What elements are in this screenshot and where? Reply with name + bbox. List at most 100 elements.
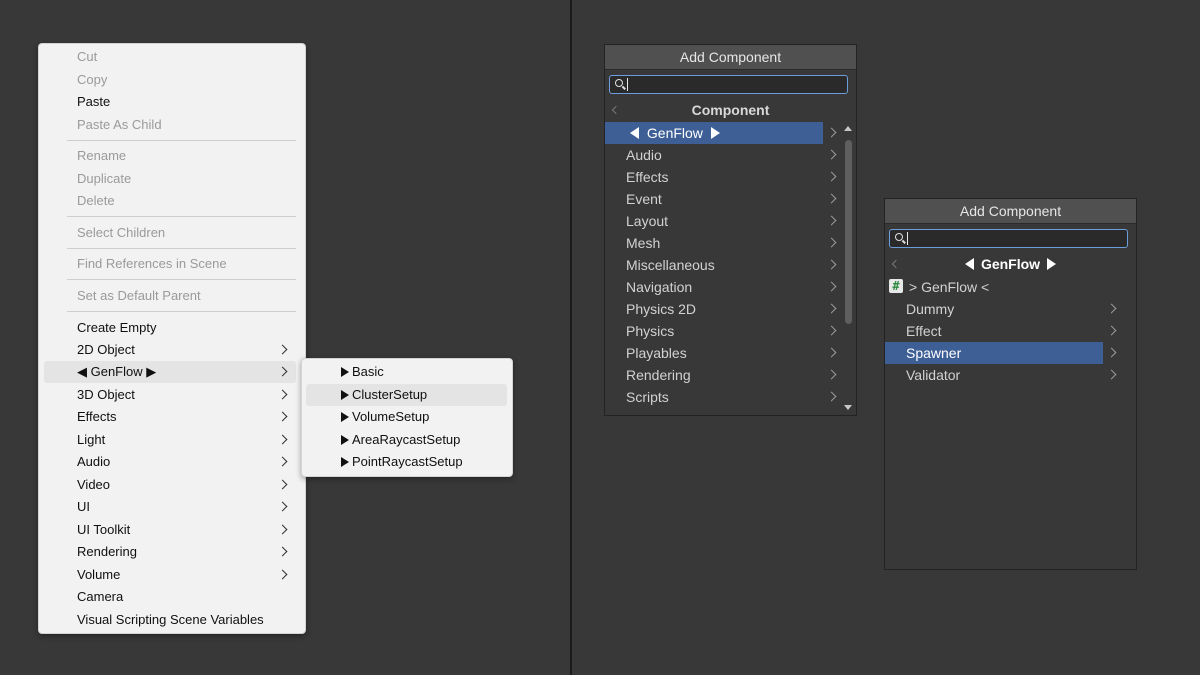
menu-item-create-empty[interactable]: Create Empty — [44, 317, 296, 339]
menu-item-label: 2D Object — [77, 342, 135, 357]
list-item[interactable]: Miscellaneous — [605, 254, 841, 276]
chevron-right-icon — [826, 369, 837, 380]
submenu-item-volumesetup[interactable]: VolumeSetup — [306, 406, 507, 428]
list-item[interactable]: Physics — [605, 320, 841, 342]
menu-item-delete[interactable]: Delete — [44, 190, 296, 212]
menu-item-label: Paste As Child — [77, 117, 162, 132]
scroll-thumb[interactable] — [845, 140, 852, 324]
menu-item-copy[interactable]: Copy — [44, 69, 296, 91]
submenu-item-label: AreaRaycastSetup — [352, 432, 461, 447]
list-item[interactable]: Dummy — [885, 298, 1121, 320]
menu-item-label: Rendering — [77, 544, 137, 559]
list-item[interactable]: Effects — [605, 166, 841, 188]
genflow-submenu: Basic ClusterSetup VolumeSetup AreaRayca… — [301, 358, 513, 477]
menu-item-label: Paste — [77, 94, 111, 109]
list-item-label: Event — [626, 191, 662, 207]
list-item-genflow[interactable]: GenFlow — [605, 122, 823, 144]
chevron-right-icon — [826, 237, 837, 248]
menu-item-rename[interactable]: Rename — [44, 145, 296, 167]
list-item[interactable]: Rendering — [605, 364, 841, 386]
list-item[interactable]: Audio — [605, 144, 841, 166]
chevron-right-icon — [277, 569, 288, 580]
menu-item-genflow[interactable]: ◀ GenFlow ▶ — [44, 361, 296, 383]
menu-item-cut[interactable]: Cut — [44, 46, 296, 68]
menu-item-select-children[interactable]: Select Children — [44, 222, 296, 244]
menu-item-3d-object[interactable]: 3D Object — [44, 384, 296, 406]
chevron-right-icon — [826, 149, 837, 160]
list-item[interactable]: Event — [605, 188, 841, 210]
chevron-right-icon — [277, 389, 288, 400]
submenu-item-label: ClusterSetup — [352, 387, 428, 402]
list-item-script[interactable]: # > GenFlow < — [885, 276, 1121, 298]
menu-item-set-default-parent[interactable]: Set as Default Parent — [44, 285, 296, 307]
menu-item-label: Find References in Scene — [77, 256, 227, 271]
chevron-right-icon — [826, 193, 837, 204]
scrollbar[interactable] — [844, 126, 852, 410]
chevron-right-icon — [277, 546, 288, 557]
breadcrumb-label: Component — [691, 102, 770, 118]
search-input[interactable] — [609, 75, 848, 94]
menu-item-visual-scripting[interactable]: Visual Scripting Scene Variables — [44, 609, 296, 631]
menu-item-duplicate[interactable]: Duplicate — [44, 168, 296, 190]
menu-item-label: Copy — [77, 72, 108, 87]
list-item-label: > GenFlow < — [909, 279, 990, 295]
text-caret — [627, 78, 628, 91]
list-item-label: Scripts — [626, 389, 669, 405]
list-item[interactable]: Validator — [885, 364, 1121, 386]
genflow-label-wrap: GenFlow — [630, 122, 720, 144]
menu-item-camera[interactable]: Camera — [44, 586, 296, 608]
chevron-right-icon — [277, 411, 288, 422]
menu-item-find-references[interactable]: Find References in Scene — [44, 253, 296, 275]
menu-separator — [67, 311, 296, 312]
pane-divider[interactable] — [570, 0, 572, 675]
menu-item-paste[interactable]: Paste — [44, 91, 296, 113]
menu-item-rendering[interactable]: Rendering — [44, 541, 296, 563]
hierarchy-context-menu: Cut Copy Paste Paste As Child Rename Dup… — [38, 43, 306, 634]
menu-separator — [67, 248, 296, 249]
scroll-up-arrow-icon[interactable] — [844, 126, 852, 131]
list-item-label: Layout — [626, 213, 669, 229]
triangle-left-icon — [965, 258, 975, 270]
submenu-item-label: VolumeSetup — [352, 409, 430, 424]
menu-item-ui-toolkit[interactable]: UI Toolkit — [44, 519, 296, 541]
list-item[interactable]: Physics 2D — [605, 298, 841, 320]
menu-item-effects[interactable]: Effects — [44, 406, 296, 428]
menu-item-label: Cut — [77, 49, 98, 64]
menu-item-audio[interactable]: Audio — [44, 451, 296, 473]
menu-item-label: Rename — [77, 148, 127, 163]
menu-item-paste-as-child[interactable]: Paste As Child — [44, 114, 296, 136]
chevron-right-icon — [826, 127, 837, 138]
list-item[interactable]: Navigation — [605, 276, 841, 298]
list-item-label: Mesh — [626, 235, 661, 251]
submenu-item-basic[interactable]: Basic — [306, 361, 507, 383]
play-triangle-icon — [341, 435, 349, 445]
chevron-left-icon[interactable] — [891, 259, 901, 269]
chevron-left-icon[interactable] — [611, 105, 621, 115]
list-item[interactable]: Layout — [605, 210, 841, 232]
menu-item-ui[interactable]: UI — [44, 496, 296, 518]
chevron-right-icon — [826, 281, 837, 292]
menu-item-label: Create Empty — [77, 320, 157, 335]
submenu-item-arearaycastsetup[interactable]: AreaRaycastSetup — [306, 429, 507, 451]
submenu-item-pointraycastsetup[interactable]: PointRaycastSetup — [306, 451, 507, 473]
chevron-right-icon — [277, 344, 288, 355]
menu-item-video[interactable]: Video — [44, 474, 296, 496]
menu-item-label: UI Toolkit — [77, 522, 131, 537]
menu-item-label: Video — [77, 477, 111, 492]
submenu-item-clustersetup[interactable]: ClusterSetup — [306, 384, 507, 406]
list-item-label: Playables — [626, 345, 687, 361]
list-item[interactable]: Effect — [885, 320, 1121, 342]
list-item[interactable]: Mesh — [605, 232, 841, 254]
menu-item-volume[interactable]: Volume — [44, 564, 296, 586]
list-item-spawner[interactable]: Spawner — [885, 342, 1103, 364]
menu-item-2d-object[interactable]: 2D Object — [44, 339, 296, 361]
genflow-chevron — [826, 122, 839, 144]
menu-item-label: Duplicate — [77, 171, 132, 186]
play-triangle-icon — [341, 390, 349, 400]
list-item[interactable]: Scripts — [605, 386, 841, 408]
search-input[interactable] — [889, 229, 1128, 248]
menu-item-light[interactable]: Light — [44, 429, 296, 451]
chevron-right-icon — [277, 524, 288, 535]
list-item[interactable]: Playables — [605, 342, 841, 364]
scroll-down-arrow-icon[interactable] — [844, 405, 852, 410]
